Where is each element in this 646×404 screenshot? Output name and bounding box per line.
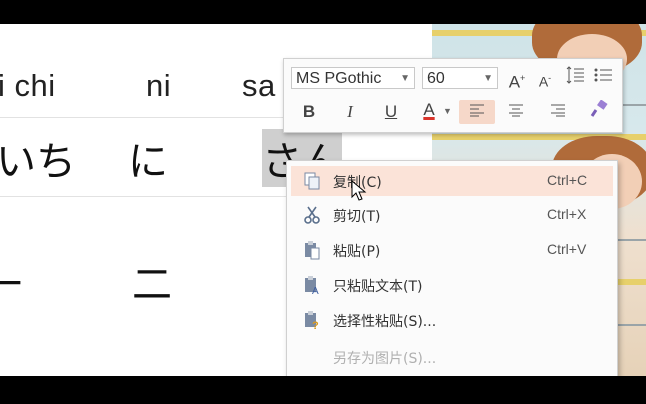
font-name-value: MS PGothic bbox=[296, 70, 382, 87]
paste-text-icon: A bbox=[305, 276, 319, 295]
chevron-down-icon: ▼ bbox=[443, 106, 452, 116]
mouse-cursor-icon bbox=[351, 180, 367, 201]
kanji-ni: 二 bbox=[132, 262, 172, 308]
menu-item-paste-text-only[interactable]: A 只粘贴文本(T) bbox=[291, 270, 613, 300]
menu-item-cut[interactable]: 剪切(T) Ctrl+X bbox=[291, 200, 613, 230]
mini-format-toolbar: MS PGothic ▼ 60 ▼ A+ A- B I U A ▼ bbox=[283, 58, 623, 133]
shortcut-text: Ctrl+C bbox=[547, 172, 588, 188]
font-color-button[interactable]: A bbox=[416, 98, 442, 122]
menu-item-label: 只粘贴文本(T) bbox=[333, 279, 423, 295]
romaji-sa: sa bbox=[242, 68, 276, 103]
align-center-button[interactable] bbox=[503, 100, 529, 124]
paste-icon bbox=[305, 241, 320, 260]
menu-item-save-as-picture: 另存为图片(S)... bbox=[291, 342, 613, 372]
align-right-icon bbox=[551, 104, 565, 117]
hiragana-ni: に bbox=[128, 139, 168, 185]
shrink-font-button[interactable]: A- bbox=[532, 66, 558, 90]
align-left-icon bbox=[470, 104, 484, 117]
chevron-down-icon: ▼ bbox=[400, 73, 410, 84]
menu-item-paste[interactable]: 粘贴(P) Ctrl+V bbox=[291, 235, 613, 265]
list-icon bbox=[594, 68, 612, 82]
align-right-button[interactable] bbox=[545, 100, 571, 124]
romaji-ichi: i chi bbox=[0, 68, 56, 103]
menu-item-copy[interactable]: 复制(C) Ctrl+C bbox=[291, 166, 613, 201]
font-name-dropdown[interactable]: MS PGothic ▼ bbox=[291, 67, 415, 89]
bottom-letterbox bbox=[0, 376, 646, 404]
svg-text:?: ? bbox=[312, 320, 319, 330]
line-spacing-button[interactable] bbox=[562, 66, 588, 90]
align-left-button[interactable] bbox=[459, 100, 495, 124]
hiragana-ichi: いち bbox=[0, 139, 76, 185]
italic-button[interactable]: I bbox=[337, 100, 363, 124]
menu-item-label: 剪切(T) bbox=[333, 209, 381, 225]
format-painter-button[interactable] bbox=[586, 99, 612, 124]
format-painter-icon bbox=[590, 99, 608, 117]
menu-item-label: 另存为图片(S)... bbox=[333, 351, 437, 367]
underline-button[interactable]: U bbox=[378, 100, 404, 124]
chevron-down-icon: ▼ bbox=[483, 73, 493, 84]
top-letterbox bbox=[0, 0, 646, 24]
align-center-icon bbox=[509, 104, 523, 117]
shortcut-text: Ctrl+X bbox=[547, 206, 587, 222]
line-spacing-icon bbox=[566, 66, 584, 84]
shortcut-text: Ctrl+V bbox=[547, 241, 587, 257]
font-size-dropdown[interactable]: 60 ▼ bbox=[422, 67, 498, 89]
romaji-ni: ni bbox=[146, 68, 172, 103]
paste-special-icon: ? bbox=[305, 311, 319, 330]
menu-item-paste-special[interactable]: ? 选择性粘贴(S)... bbox=[291, 305, 613, 335]
menu-item-label: 选择性粘贴(S)... bbox=[333, 314, 437, 330]
copy-icon bbox=[304, 172, 320, 190]
context-menu: 复制(C) Ctrl+C 剪切(T) Ctrl+X 粘贴(P) Ctrl+V A… bbox=[286, 160, 618, 378]
font-size-value: 60 bbox=[427, 70, 445, 87]
shrink-font-icon: A bbox=[538, 73, 549, 90]
grow-font-button[interactable]: A+ bbox=[504, 66, 530, 92]
bold-button[interactable]: B bbox=[296, 100, 322, 124]
scissors-icon bbox=[304, 206, 320, 224]
kanji-ichi: 一 bbox=[0, 262, 22, 308]
menu-item-label: 粘贴(P) bbox=[333, 244, 381, 260]
grow-font-icon: A bbox=[508, 72, 521, 92]
bullet-list-button[interactable] bbox=[590, 66, 616, 90]
svg-text:A: A bbox=[312, 286, 319, 295]
